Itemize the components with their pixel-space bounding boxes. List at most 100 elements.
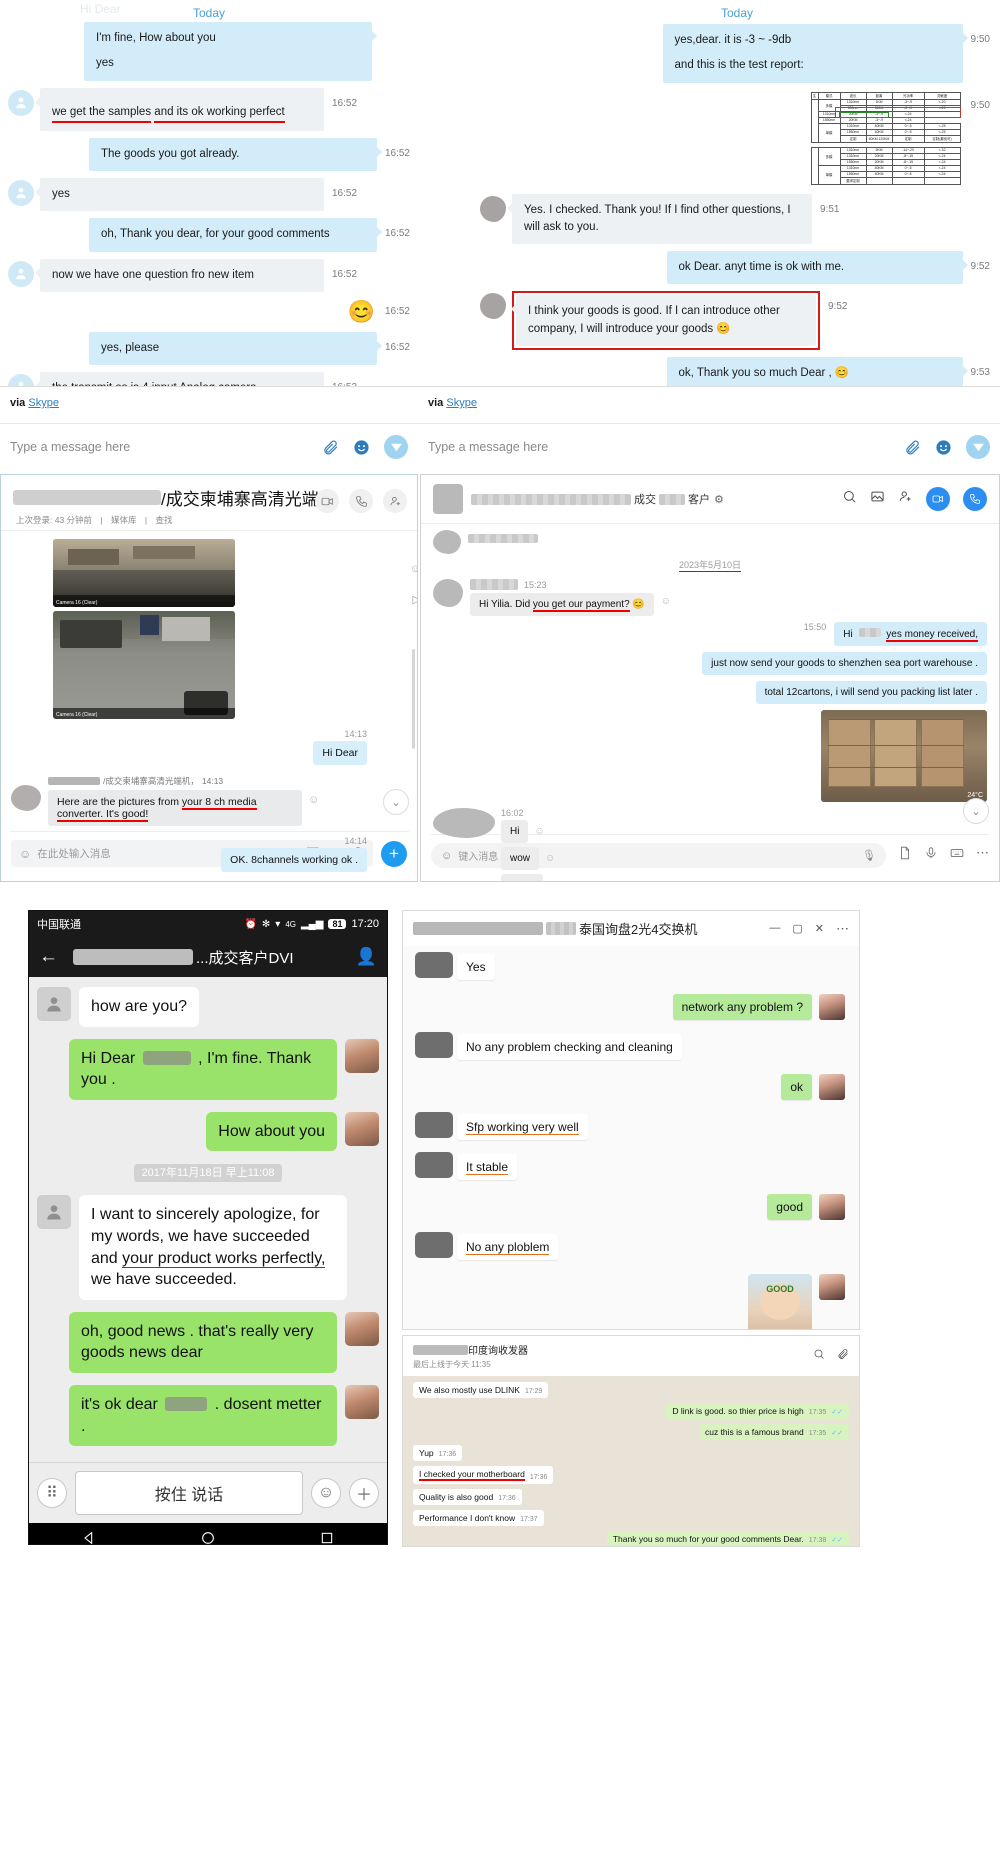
add-contact-icon[interactable] — [898, 489, 913, 509]
more-icon[interactable]: ⋯ — [836, 921, 849, 937]
sticker-image[interactable]: GOOD — [748, 1274, 812, 1329]
message-row: 24°C — [433, 710, 987, 802]
gear-icon[interactable]: ⚙ — [714, 493, 724, 506]
emoji-react-icon[interactable]: ☺ — [545, 853, 555, 864]
emoji-react-icon[interactable]: ☺ — [534, 826, 544, 837]
home-circle-icon[interactable] — [200, 1530, 216, 1545]
voice-call-icon[interactable] — [349, 489, 373, 513]
search-icon[interactable] — [813, 1347, 825, 1365]
send-arrow-icon[interactable]: ▷ — [413, 593, 417, 606]
chat-bubble[interactable]: We also mostly use DLINK 17:29 — [413, 1382, 549, 1398]
message-input[interactable]: Type a message here — [428, 440, 890, 454]
chat-bubble[interactable]: Performance I don't know 17:37 — [413, 1510, 544, 1526]
chat-bubble[interactable]: we get the samples and its ok working pe… — [35, 87, 324, 131]
chat-bubble[interactable]: yes, please — [88, 331, 382, 365]
paperclip-icon[interactable] — [322, 439, 339, 456]
emoji-react-icon[interactable]: ☺ — [661, 596, 671, 607]
chat-bubble[interactable]: oh, Thank you dear, for your good commen… — [88, 218, 382, 252]
emoji-react-icon[interactable]: ☺ — [549, 880, 559, 881]
back-triangle-icon[interactable] — [81, 1530, 97, 1545]
chat-bubble[interactable]: Thank you so much for your good comments… — [606, 1531, 849, 1546]
chat-bubble[interactable]: OK. 8channels working ok . — [221, 848, 367, 872]
send-icon[interactable] — [384, 435, 408, 459]
chat-bubble[interactable]: Hi yes money received, — [834, 622, 987, 646]
chat-bubble[interactable]: how are you? — [79, 987, 200, 1027]
emoji-icon[interactable]: ☺ — [311, 1478, 341, 1508]
chat-bubble[interactable]: It stable — [457, 1154, 518, 1180]
close-icon[interactable]: ✕ — [815, 922, 824, 935]
search-link[interactable]: 查找 — [156, 515, 173, 525]
message-time: 17:35 — [808, 1430, 827, 1437]
chat-bubble[interactable]: No any problem checking and cleaning — [457, 1034, 682, 1060]
scroll-down-button[interactable]: ⌄ — [383, 789, 409, 815]
chat-bubble[interactable]: I checked your motherboard 17:36 — [413, 1466, 554, 1484]
attach-icon[interactable] — [837, 1347, 849, 1365]
chat-bubble[interactable]: just now send your goods to shenzhen sea… — [702, 652, 987, 675]
cctv-image-2[interactable]: Camera 16 (Clear) — [53, 611, 235, 719]
chat-bubble[interactable]: ok — [781, 1074, 812, 1100]
chat-bubble[interactable]: Sfp working very well — [457, 1114, 588, 1140]
via-skype-link[interactable]: Skype — [446, 397, 477, 409]
4g-icon: 4G — [285, 919, 296, 929]
chat-bubble[interactable]: Yup 17:36 — [413, 1445, 463, 1461]
chat-bubble[interactable]: I'm fine, How about you yes — [84, 22, 377, 81]
phone-icon[interactable] — [963, 487, 987, 511]
back-arrow-icon[interactable]: ← — [39, 946, 58, 968]
contact-icon[interactable]: 👤 — [356, 947, 377, 967]
emoji-icon[interactable] — [935, 439, 952, 456]
emoji-react-icon[interactable]: ☺ — [410, 563, 417, 575]
plus-icon[interactable]: ＋ — [349, 1478, 379, 1508]
chat-bubble[interactable]: oh, good news . that's really very goods… — [69, 1311, 337, 1373]
maximize-icon[interactable]: ▢ — [792, 922, 802, 935]
chat-bubble[interactable]: I want to sincerely apologize, for my wo… — [79, 1195, 347, 1300]
chat-bubble[interactable]: Quality is also good 17:36 — [413, 1489, 522, 1505]
send-icon[interactable] — [966, 435, 990, 459]
message-input[interactable]: Type a message here — [10, 440, 308, 454]
cartons-image[interactable]: 24°C — [821, 710, 987, 802]
test-report-image[interactable]: 生模式 波长 距离 光功率 灵敏度 多模 1310nm 1KM -3~-9 <-20 850nm… — [808, 89, 963, 187]
emoji-react-icon[interactable]: ☺ — [308, 794, 319, 806]
video-icon[interactable] — [926, 487, 950, 511]
chat-bubble[interactable]: Hi — [501, 820, 529, 843]
chat-bubble[interactable]: ok, Thank you so much Dear , 😊 — [666, 356, 968, 390]
video-call-icon[interactable] — [315, 489, 339, 513]
via-skype-link[interactable]: Skype — [28, 397, 59, 409]
search-icon[interactable] — [842, 489, 857, 509]
chat-bubble[interactable]: total 12cartons, i will send you packing… — [755, 681, 987, 704]
add-person-icon[interactable] — [383, 489, 407, 513]
chat-bubble[interactable]: The goods you got already. — [88, 137, 382, 171]
media-library-link[interactable]: 媒体库 — [111, 515, 137, 525]
keyboard-icon[interactable]: ⠿ — [37, 1478, 67, 1508]
recents-square-icon[interactable] — [319, 1530, 335, 1545]
chat-bubble[interactable]: D link is good. so thier price is high 1… — [666, 1403, 849, 1419]
chat-bubble[interactable]: it's ok dear . dosent metter . — [69, 1384, 337, 1447]
chat-bubble[interactable]: wow — [501, 847, 540, 870]
chat-bubble[interactable]: crazy — [501, 874, 543, 881]
scrollbar[interactable] — [412, 649, 415, 749]
chat-bubble[interactable]: Hi Dear , I'm fine. Thank you . — [69, 1038, 337, 1100]
chat-bubble[interactable]: Hi Dear — [313, 741, 367, 765]
chat-bubble[interactable]: yes,dear. it is -3 ~ -9db and this is th… — [662, 24, 968, 83]
chat-bubble[interactable]: No any ploblem — [457, 1234, 559, 1260]
chat-bubble[interactable]: I think your goods is good. If I can int… — [511, 295, 816, 346]
chat-bubble[interactable]: good — [767, 1194, 812, 1220]
chat-bubble[interactable]: Yes — [457, 954, 495, 980]
paperclip-icon[interactable] — [904, 439, 921, 456]
chat-bubble[interactable]: ok Dear. anyt time is ok with me. — [666, 251, 968, 285]
chat-bubble[interactable]: Yes. I checked. Thank you! If I find oth… — [507, 193, 812, 244]
chat-bubble[interactable]: now we have one question fro new item — [35, 258, 324, 292]
hold-to-talk-button[interactable]: 按住 说话 — [75, 1471, 303, 1515]
chat-bubble[interactable]: Here are the pictures from your 8 ch med… — [48, 790, 302, 826]
chat-bubble[interactable]: cuz this is a famous brand 17:35 ✓✓ — [698, 1424, 849, 1440]
chat-bubble[interactable]: How about you — [206, 1111, 337, 1152]
chat-bubble[interactable]: Hi Yilia. Did you get our payment? 😊 — [470, 593, 654, 616]
scroll-down-button[interactable]: ⌄ — [963, 798, 989, 824]
minimize-icon[interactable]: — — [769, 922, 780, 935]
emoji-message[interactable]: 😊 — [348, 299, 375, 325]
chat-bubble[interactable]: network any problem ? — [672, 994, 812, 1020]
emoji-icon[interactable] — [353, 439, 370, 456]
chat-bubble[interactable]: yes — [35, 178, 324, 212]
cctv-image-1[interactable]: Camera 16 (Clear) — [53, 539, 235, 607]
image-icon[interactable] — [870, 489, 885, 509]
redacted-name — [13, 490, 161, 505]
